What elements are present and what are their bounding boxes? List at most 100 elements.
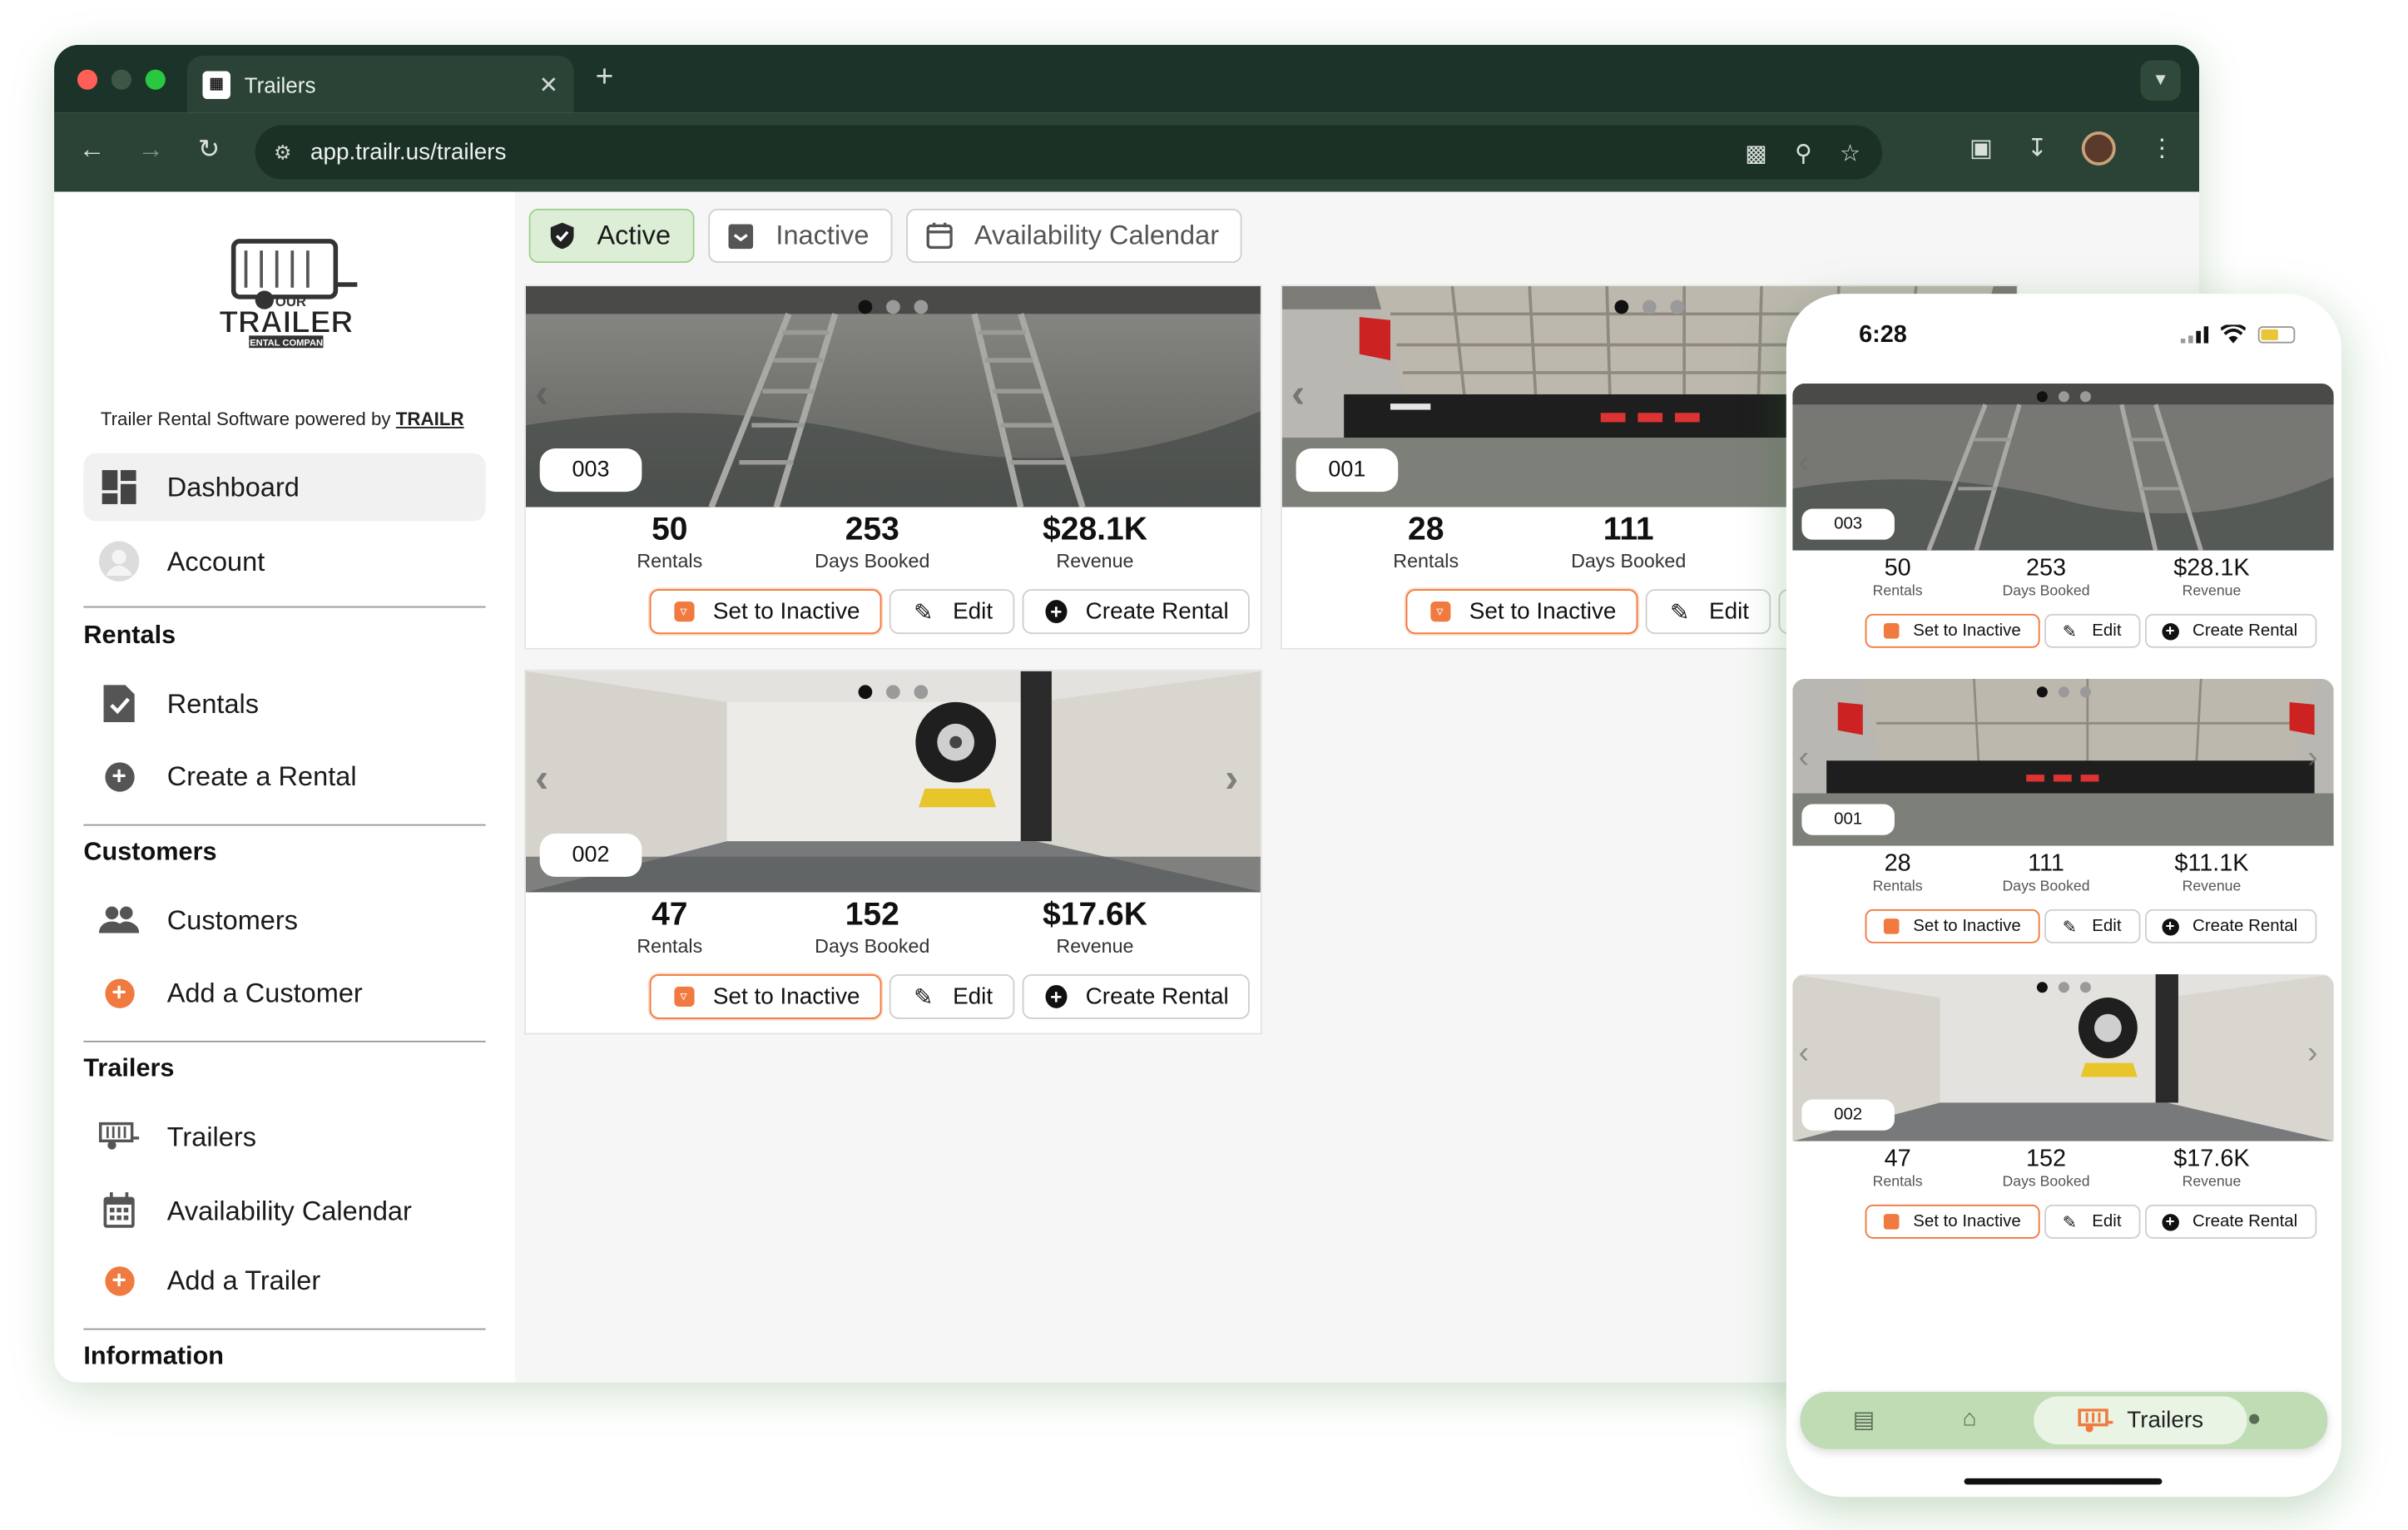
create-rental-button[interactable]: +Create Rental bbox=[2144, 909, 2316, 943]
maximize-window-button[interactable] bbox=[145, 69, 166, 90]
trailr-link[interactable]: TRAILR bbox=[396, 408, 464, 430]
minimize-window-button[interactable] bbox=[111, 69, 131, 90]
nav-account[interactable]: Account bbox=[83, 527, 485, 596]
section-trailers-header: Trailers bbox=[83, 1054, 175, 1083]
set-inactive-button[interactable]: Set to Inactive bbox=[1865, 613, 2040, 648]
carousel-prev-icon[interactable]: ‹ bbox=[1799, 1036, 1809, 1072]
site-settings-icon[interactable]: ⚙ bbox=[274, 140, 292, 165]
tab-search-chevron-icon[interactable]: ▼ bbox=[2140, 60, 2181, 101]
carousel-prev-icon[interactable]: ‹ bbox=[535, 369, 548, 418]
divider bbox=[83, 606, 486, 608]
carousel-dots[interactable] bbox=[526, 685, 1261, 700]
nav-trailers[interactable]: Trailers bbox=[83, 1102, 485, 1171]
rentals-count: 28 bbox=[1884, 850, 1911, 877]
create-rental-button[interactable]: +Create Rental bbox=[1022, 973, 1251, 1019]
list-document-icon[interactable]: ▤ bbox=[1853, 1406, 1875, 1433]
extensions-icon[interactable]: ▣ bbox=[1970, 133, 1993, 164]
days-booked-label: Days Booked bbox=[815, 935, 930, 958]
edit-button[interactable]: ✎ Edit bbox=[2044, 613, 2140, 648]
trailer-id-badge: 003 bbox=[1801, 508, 1895, 540]
rentals-label: Rentals bbox=[637, 935, 703, 958]
carousel-prev-icon[interactable]: ‹ bbox=[1291, 369, 1305, 418]
zoom-icon[interactable]: ⚲ bbox=[1795, 138, 1811, 166]
set-inactive-button[interactable]: ▿ Set to Inactive bbox=[1405, 589, 1638, 635]
home-indicator bbox=[1964, 1478, 2163, 1485]
add-circle-icon: + bbox=[1045, 600, 1068, 624]
close-window-button[interactable] bbox=[77, 69, 98, 90]
trailer-photo-interior[interactable]: ‹ › 002 bbox=[1792, 973, 2334, 1141]
create-rental-button[interactable]: +Create Rental bbox=[2144, 1204, 2316, 1239]
set-inactive-button[interactable]: ▿ Set to Inactive bbox=[649, 973, 882, 1019]
nav-add-customer[interactable]: + Add a Customer bbox=[83, 958, 485, 1027]
trailer-id-badge: 001 bbox=[1801, 804, 1895, 835]
account-circle-icon[interactable]: ● bbox=[2247, 1406, 2262, 1433]
divider bbox=[83, 1328, 486, 1330]
trailer-orange-icon bbox=[2078, 1408, 2113, 1432]
browser-tab[interactable]: ▦ Trailers ✕ bbox=[186, 55, 574, 113]
nav-customers[interactable]: Customers bbox=[83, 886, 485, 954]
nav-trailers-tab[interactable]: Trailers bbox=[2034, 1396, 2247, 1445]
home-icon[interactable]: ⌂ bbox=[1963, 1406, 1977, 1433]
pencil-icon: ✎ bbox=[1669, 599, 1690, 626]
carousel-prev-icon[interactable]: ‹ bbox=[535, 755, 548, 803]
address-bar[interactable]: ⚙ app.trailr.us/trailers ▩ ⚲ ☆ bbox=[255, 125, 1883, 180]
filter-availability-calendar-button[interactable]: Availability Calendar bbox=[906, 208, 1242, 263]
download-icon[interactable]: ↧ bbox=[2027, 133, 2048, 164]
carousel-dots[interactable] bbox=[1792, 391, 2334, 403]
trailer-photo-flatbed[interactable]: ‹ › 001 bbox=[1792, 678, 2334, 846]
create-rental-button[interactable]: +Create Rental bbox=[1022, 589, 1251, 635]
dashboard-icon bbox=[99, 467, 139, 507]
edit-button[interactable]: ✎ Edit bbox=[1645, 589, 1771, 635]
carousel-next-icon[interactable]: › bbox=[2307, 740, 2317, 776]
rentals-count: 47 bbox=[652, 897, 688, 933]
trailer-photo-interior[interactable]: ‹ › 002 bbox=[525, 671, 1261, 893]
nav-add-trailer[interactable]: + Add a Trailer bbox=[83, 1246, 485, 1315]
pencil-icon: ✎ bbox=[914, 984, 934, 1011]
carousel-prev-icon[interactable]: ‹ bbox=[1799, 445, 1809, 481]
set-inactive-button[interactable]: Set to Inactive bbox=[1865, 1204, 2040, 1239]
set-inactive-button[interactable]: Set to Inactive bbox=[1865, 909, 2040, 943]
carousel-dots[interactable] bbox=[1792, 982, 2334, 993]
more-menu-icon[interactable]: ⋮ bbox=[2150, 133, 2175, 164]
reload-icon[interactable]: ↻ bbox=[198, 135, 220, 166]
archive-orange-icon: ▿ bbox=[673, 601, 695, 622]
edit-button[interactable]: ✎ Edit bbox=[889, 973, 1015, 1019]
new-tab-icon[interactable]: + bbox=[596, 60, 614, 96]
filter-active-button[interactable]: Active bbox=[528, 208, 694, 263]
nav-dashboard[interactable]: Dashboard bbox=[83, 453, 486, 522]
create-rental-button[interactable]: +Create Rental bbox=[2144, 613, 2316, 648]
nav-availability-calendar[interactable]: Availability Calendar bbox=[83, 1176, 485, 1245]
carousel-next-icon[interactable]: › bbox=[2307, 1036, 2317, 1072]
carousel-dots[interactable] bbox=[526, 300, 1261, 314]
revenue-label: Revenue bbox=[1056, 550, 1134, 572]
install-app-icon[interactable]: ▩ bbox=[1745, 138, 1766, 166]
archive-orange-icon bbox=[1882, 622, 1899, 639]
pencil-icon: ✎ bbox=[914, 599, 934, 626]
filter-inactive-button[interactable]: Inactive bbox=[707, 208, 893, 263]
nav-create-rental[interactable]: + Create a Rental bbox=[83, 742, 485, 810]
edit-button[interactable]: ✎ Edit bbox=[2044, 1204, 2140, 1239]
carousel-prev-icon[interactable]: ‹ bbox=[1799, 740, 1809, 776]
wifi-icon bbox=[2221, 324, 2246, 344]
carousel-next-icon[interactable]: › bbox=[1225, 755, 1238, 803]
revenue-value: $28.1K bbox=[2173, 555, 2250, 582]
edit-button[interactable]: ✎ Edit bbox=[889, 589, 1015, 635]
profile-avatar[interactable] bbox=[2081, 131, 2116, 166]
archive-orange-icon: ▿ bbox=[673, 986, 695, 1008]
trailer-photo-ramps[interactable]: ‹ 003 bbox=[1792, 383, 2334, 551]
card-actions: Set to Inactive ✎ Edit + Create Rental bbox=[1865, 613, 2316, 648]
bookmark-star-icon[interactable]: ☆ bbox=[1840, 138, 1861, 166]
edit-button[interactable]: ✎ Edit bbox=[2044, 909, 2140, 943]
nav-rentals[interactable]: Rentals bbox=[83, 670, 485, 738]
back-icon[interactable]: ← bbox=[79, 135, 106, 166]
set-inactive-button[interactable]: ▿ Set to Inactive bbox=[649, 589, 882, 635]
forward-icon[interactable]: → bbox=[137, 135, 164, 166]
close-tab-icon[interactable]: ✕ bbox=[539, 71, 558, 98]
days-booked-label: Days Booked bbox=[2002, 878, 2090, 896]
calendar-icon bbox=[99, 1191, 139, 1230]
days-booked-count: 152 bbox=[845, 897, 899, 933]
carousel-dots[interactable] bbox=[1792, 686, 2334, 698]
revenue-value: $11.1K bbox=[2174, 850, 2249, 877]
revenue-label: Revenue bbox=[2182, 1173, 2242, 1191]
trailer-photo-ramps[interactable]: ‹ 003 bbox=[525, 285, 1261, 508]
